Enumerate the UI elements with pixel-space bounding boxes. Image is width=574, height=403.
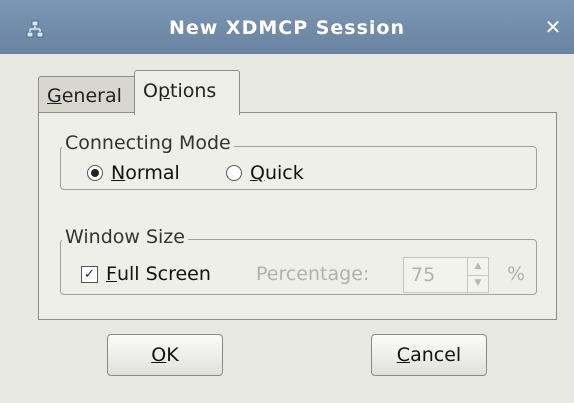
percentage-spinbox[interactable]: 75 ▲ ▼ bbox=[403, 257, 489, 293]
tab-options-label-start: O bbox=[143, 80, 158, 102]
cancel-label: ancel bbox=[410, 344, 462, 366]
options-panel: Connecting Mode Normal Quick Window Size… bbox=[38, 112, 557, 320]
normal-radio[interactable]: Normal bbox=[87, 162, 180, 184]
full-screen-mnemonic: F bbox=[106, 263, 117, 285]
radio-selected-icon bbox=[87, 165, 103, 181]
quick-label: uick bbox=[264, 162, 304, 184]
xdmcp-dialog: New XDMCP Session ✕ General Options Conn… bbox=[0, 0, 574, 403]
close-icon[interactable]: ✕ bbox=[540, 14, 566, 40]
spin-down-icon[interactable]: ▼ bbox=[468, 275, 488, 292]
percentage-value: 75 bbox=[411, 264, 436, 286]
percentage-label: Percentage: bbox=[256, 263, 370, 285]
normal-mnemonic: N bbox=[111, 162, 126, 184]
radio-unselected-icon bbox=[226, 165, 242, 181]
ok-mnemonic: O bbox=[151, 344, 167, 366]
ok-label: K bbox=[166, 344, 179, 366]
ok-button[interactable]: OK bbox=[107, 334, 223, 376]
full-screen-label: ull Screen bbox=[116, 263, 211, 285]
tab-options-mnemonic: p bbox=[157, 80, 171, 102]
spin-up-icon[interactable]: ▲ bbox=[468, 258, 488, 276]
tab-general-label: eneral bbox=[61, 85, 122, 107]
window-size-legend: Window Size bbox=[62, 226, 188, 248]
checkmark-icon: ✓ bbox=[81, 265, 98, 283]
normal-label: ormal bbox=[125, 162, 180, 184]
tab-options-label: tions bbox=[170, 80, 217, 102]
cancel-button[interactable]: Cancel bbox=[371, 334, 487, 376]
tab-general[interactable]: General bbox=[38, 76, 142, 115]
quick-mnemonic: Q bbox=[250, 162, 265, 184]
connecting-mode-legend: Connecting Mode bbox=[62, 132, 234, 154]
percent-sign: % bbox=[507, 263, 526, 285]
window-title: New XDMCP Session bbox=[168, 17, 406, 39]
full-screen-checkbox[interactable]: ✓ Full Screen bbox=[81, 263, 211, 285]
quick-radio[interactable]: Quick bbox=[226, 162, 304, 184]
tab-general-mnemonic: G bbox=[47, 85, 62, 107]
title-bar[interactable]: New XDMCP Session ✕ bbox=[0, 0, 574, 54]
tab-options[interactable]: Options bbox=[134, 70, 240, 115]
cancel-mnemonic: C bbox=[396, 344, 411, 366]
spin-buttons: ▲ ▼ bbox=[467, 258, 488, 292]
